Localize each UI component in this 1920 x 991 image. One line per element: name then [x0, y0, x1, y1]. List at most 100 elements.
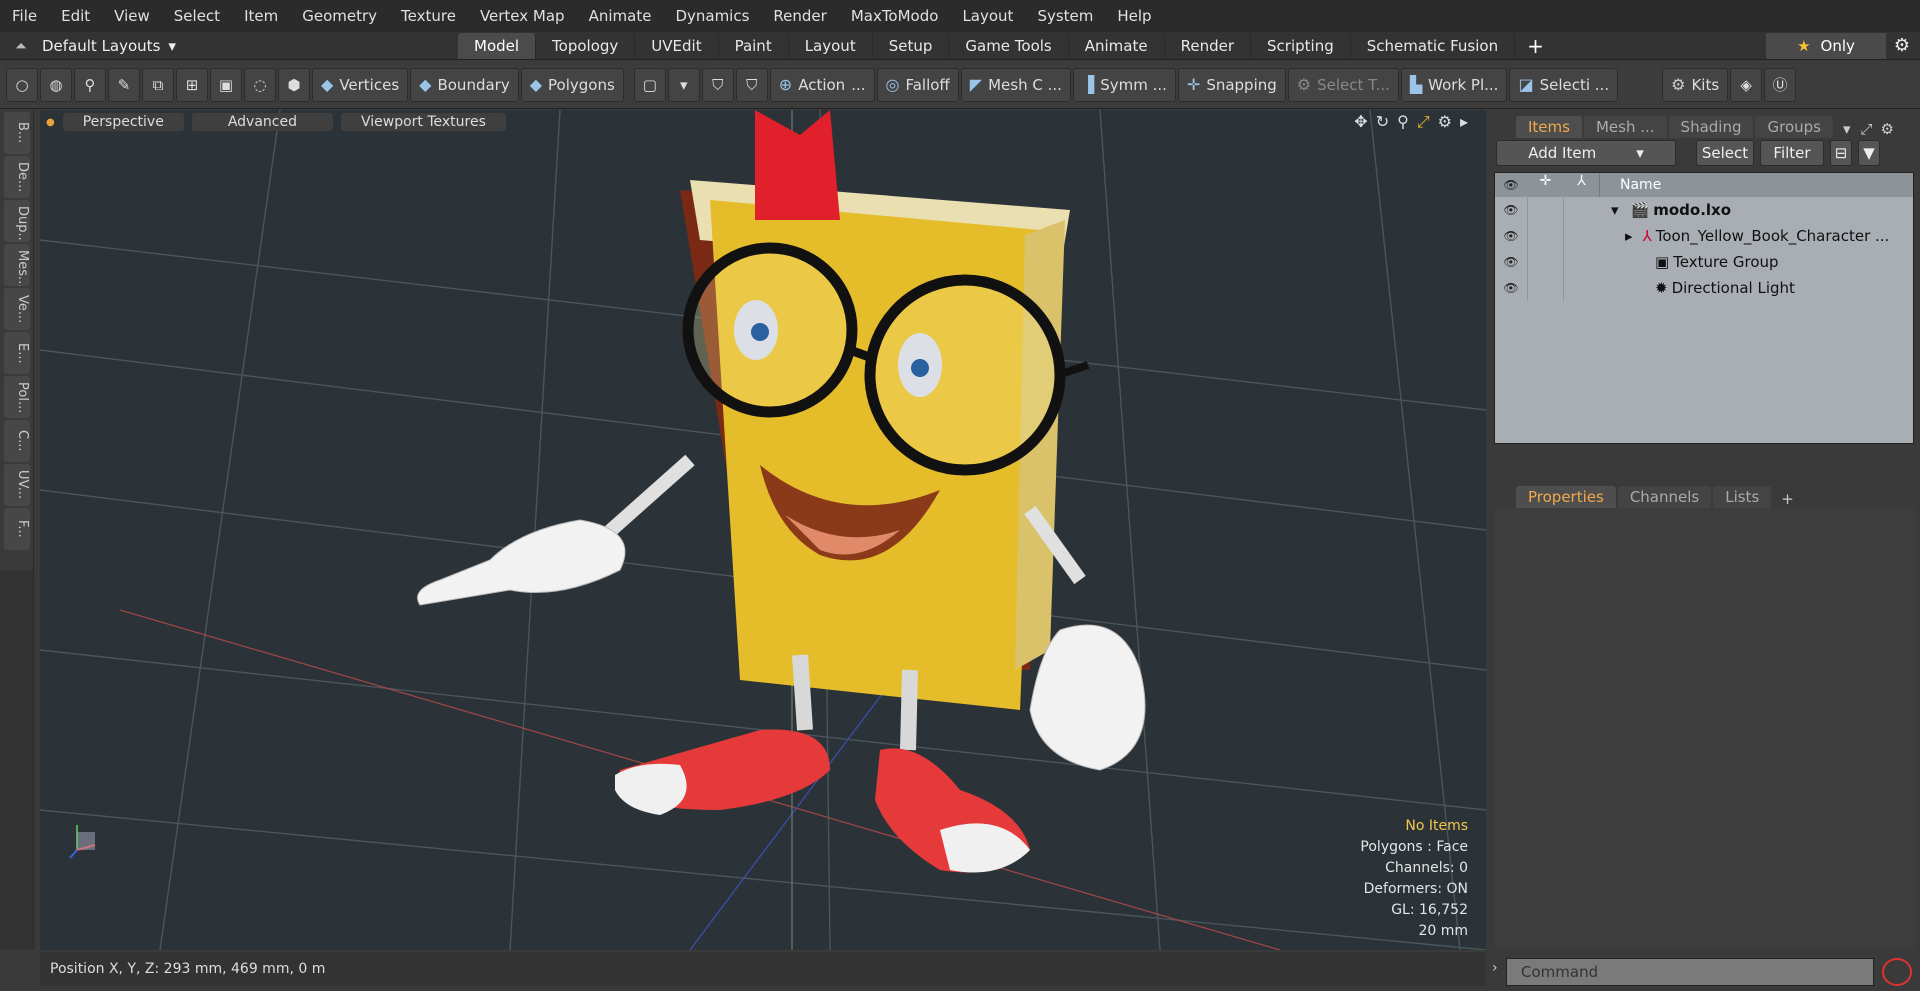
boundary-button[interactable]: ◆ Boundary: [410, 67, 519, 102]
action-center-button[interactable]: ⊕ Action...: [769, 67, 875, 102]
tab-layout[interactable]: Layout: [789, 33, 873, 59]
tab-render[interactable]: Render: [1165, 33, 1252, 59]
left-tab-fusion[interactable]: F...: [4, 508, 30, 550]
layout-dropdown[interactable]: ⏶ Default Layouts ▾: [8, 32, 176, 60]
menu-texture[interactable]: Texture: [389, 0, 468, 32]
menu-system[interactable]: System: [1025, 0, 1105, 32]
grid-select-icon[interactable]: ⊞: [176, 67, 208, 102]
tab-schematic-fusion[interactable]: Schematic Fusion: [1351, 33, 1516, 59]
selection-sets-button[interactable]: ◪ Selecti ...: [1509, 67, 1619, 102]
menu-file[interactable]: File: [0, 0, 49, 32]
menu-vertex-map[interactable]: Vertex Map: [468, 0, 577, 32]
globe-icon[interactable]: ◍: [40, 67, 72, 102]
kits-button[interactable]: ⚙ Kits: [1662, 67, 1729, 102]
material-cube-icon[interactable]: ▢: [633, 67, 666, 102]
add-tab-icon[interactable]: +: [1515, 33, 1556, 59]
left-tab-deform[interactable]: De...: [4, 156, 30, 198]
chevron-down-icon[interactable]: ▾: [1835, 120, 1859, 138]
menu-render[interactable]: Render: [761, 0, 838, 32]
tab-game-tools[interactable]: Game Tools: [949, 33, 1069, 59]
menu-item[interactable]: Item: [232, 0, 290, 32]
tab-lists[interactable]: Lists: [1713, 486, 1772, 508]
tab-channels[interactable]: Channels: [1617, 486, 1712, 508]
left-tab-edge[interactable]: E...: [4, 332, 30, 374]
menu-layout[interactable]: Layout: [950, 0, 1025, 32]
funnel-icon[interactable]: ▼: [1858, 140, 1880, 166]
menu-maxtomodo[interactable]: MaxToModo: [839, 0, 951, 32]
eye-icon[interactable]: 👁: [1495, 281, 1527, 295]
tab-scripting[interactable]: Scripting: [1251, 33, 1351, 59]
tab-uvedit[interactable]: UVEdit: [635, 33, 719, 59]
gear-icon[interactable]: ⚙: [1890, 35, 1914, 57]
tab-mesh[interactable]: Mesh ...: [1583, 116, 1667, 138]
tab-items[interactable]: Items: [1516, 116, 1582, 138]
viewport-textures-dropdown[interactable]: Viewport Textures: [340, 113, 506, 131]
tab-setup[interactable]: Setup: [873, 33, 950, 59]
menu-dynamics[interactable]: Dynamics: [663, 0, 761, 32]
lasso-icon[interactable]: ⚲: [74, 67, 106, 102]
list-item[interactable]: 👁 ▾ 🎬 modo.lxo: [1495, 197, 1913, 223]
chevron-down-icon[interactable]: ▾: [667, 67, 700, 102]
select-button[interactable]: Select: [1696, 140, 1754, 166]
frame-icon[interactable]: ▣: [210, 67, 242, 102]
tab-topology[interactable]: Topology: [536, 33, 636, 59]
tab-groups[interactable]: Groups: [1755, 116, 1833, 138]
3d-viewport[interactable]: ● Perspective Advanced Viewport Textures…: [40, 110, 1486, 950]
list-item[interactable]: 👁 ▸ ⅄ Toon_Yellow_Book_Character ...: [1495, 223, 1913, 249]
brush-icon[interactable]: ✎: [108, 67, 140, 102]
menu-select[interactable]: Select: [162, 0, 232, 32]
falloff-button[interactable]: ◎ Falloff: [876, 67, 959, 102]
left-tab-uv[interactable]: UV...: [4, 464, 30, 506]
menu-edit[interactable]: Edit: [49, 0, 102, 32]
record-icon[interactable]: [1882, 958, 1912, 986]
menu-help[interactable]: Help: [1105, 0, 1163, 32]
pan-icon[interactable]: ✥: [1354, 112, 1367, 132]
shield-alt-icon[interactable]: ⛉: [735, 67, 768, 102]
left-tab-vertex[interactable]: Ve...: [4, 288, 30, 330]
tab-model[interactable]: Model: [458, 33, 537, 59]
eye-icon[interactable]: 👁: [1495, 229, 1527, 243]
left-tab-mesh[interactable]: Mes...: [4, 244, 30, 286]
snapping-button[interactable]: ✛ Snapping: [1177, 67, 1286, 102]
unreal-icon[interactable]: Ⓤ: [1764, 67, 1797, 102]
maximize-icon[interactable]: ⤢: [1417, 112, 1430, 132]
filter-button[interactable]: Filter: [1760, 140, 1824, 166]
circle-slash-icon[interactable]: ◌: [244, 67, 276, 102]
menu-animate[interactable]: Animate: [577, 0, 664, 32]
left-tab-basic[interactable]: B...: [4, 112, 30, 154]
viewport-menu-dot[interactable]: ●: [46, 117, 55, 128]
tab-properties[interactable]: Properties: [1516, 486, 1616, 508]
expand-arrow-icon[interactable]: ▸: [1599, 227, 1633, 245]
mesh-constraint-button[interactable]: ◤ Mesh C ...: [960, 67, 1071, 102]
add-item-button[interactable]: Add Item ▾: [1496, 140, 1676, 166]
symmetry-button[interactable]: ▐ Symm ...: [1072, 67, 1176, 102]
command-input[interactable]: Command: [1506, 958, 1874, 986]
collapse-up-icon[interactable]: ⏶: [8, 37, 34, 55]
expand-arrow-icon[interactable]: ▾: [1599, 201, 1619, 219]
menu-view[interactable]: View: [102, 0, 162, 32]
work-plane-button[interactable]: ▙ Work Pl...: [1400, 67, 1508, 102]
item-mode-icon[interactable]: ⬢: [278, 67, 310, 102]
name-header[interactable]: Name: [1599, 173, 1661, 197]
left-tab-polygon[interactable]: Pol...: [4, 376, 30, 418]
chevron-right-icon[interactable]: ›: [1492, 960, 1498, 976]
eye-icon[interactable]: 👁: [1495, 203, 1527, 217]
vertices-button[interactable]: ◆ Vertices: [312, 67, 409, 102]
menu-geometry[interactable]: Geometry: [290, 0, 389, 32]
expand-icon[interactable]: ⤢: [1861, 120, 1873, 138]
only-toggle[interactable]: ★ Only: [1766, 33, 1886, 59]
select-through-button[interactable]: ⚙ Select T...: [1287, 67, 1399, 102]
left-tab-duplicate[interactable]: Dup...: [4, 200, 30, 242]
panel-gear-icon[interactable]: ⚙: [1875, 120, 1894, 138]
play-icon[interactable]: ▸: [1460, 112, 1468, 132]
list-item[interactable]: 👁 ✹ Directional Light: [1495, 275, 1913, 301]
viewport-gear-icon[interactable]: ⚙: [1438, 112, 1452, 132]
tab-shading[interactable]: Shading: [1668, 116, 1754, 138]
perspective-dropdown[interactable]: Perspective: [62, 113, 184, 131]
rotate-icon[interactable]: ↻: [1376, 112, 1389, 132]
loop-icon[interactable]: ⧉: [142, 67, 174, 102]
unity-icon[interactable]: ◈: [1730, 67, 1763, 102]
polygons-button[interactable]: ◆ Polygons: [520, 67, 624, 102]
eye-icon[interactable]: 👁: [1495, 255, 1527, 269]
add-tab-icon[interactable]: +: [1773, 490, 1802, 508]
